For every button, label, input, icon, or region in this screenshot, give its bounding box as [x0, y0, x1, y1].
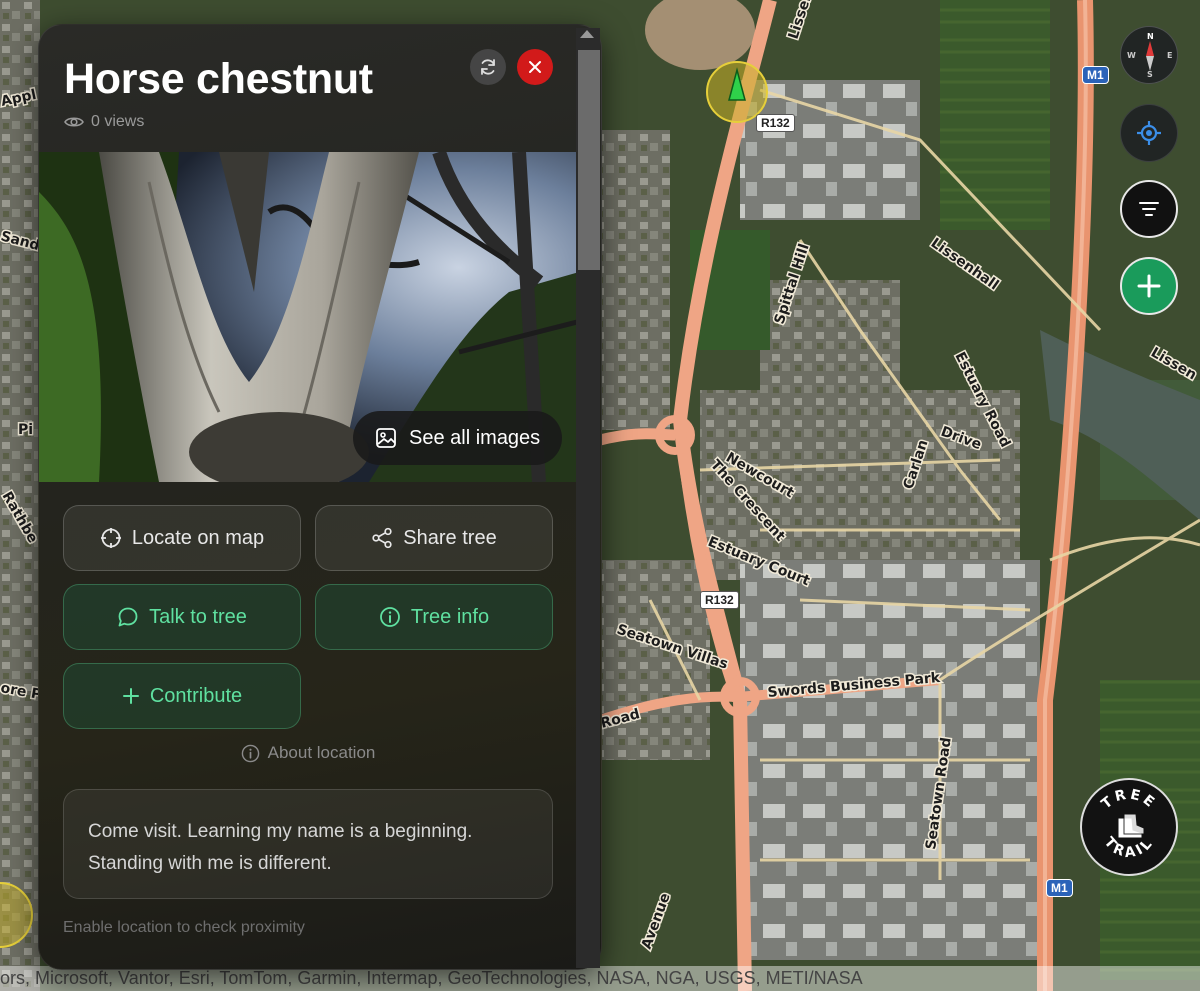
locate-on-map-button[interactable]: Locate on map — [63, 505, 301, 571]
view-count-text: 0 views — [91, 113, 145, 130]
tree-trail-logo-art: TREE TRAIL — [1099, 786, 1160, 861]
add-icon — [1137, 274, 1161, 298]
locate-me-button[interactable] — [1120, 104, 1178, 162]
scroll-up-arrow-icon[interactable] — [580, 30, 594, 38]
contribute-button[interactable]: Contribute — [63, 663, 301, 729]
view-count: 0 views — [64, 113, 144, 131]
crosshair-icon — [100, 528, 121, 548]
page-title: Horse chestnut — [64, 55, 373, 103]
add-tree-button[interactable] — [1120, 257, 1178, 315]
motorway-shield: M1 — [1046, 879, 1073, 897]
compass-e: E — [1167, 51, 1173, 60]
tree-trail-logo[interactable]: TREE TRAIL — [1080, 778, 1178, 876]
about-location-label: About location — [267, 743, 376, 762]
tree-message-line: Standing with me is different. — [88, 853, 332, 874]
plus-icon — [122, 688, 139, 704]
see-all-images-label: See all images — [409, 426, 541, 449]
talk-to-tree-label: Talk to tree — [149, 605, 247, 628]
road-shield: R132 — [700, 591, 739, 609]
eye-icon — [64, 117, 84, 127]
chat-icon — [118, 607, 138, 627]
tree-message-card: Come visit. Learning my name is a beginn… — [63, 789, 553, 899]
enable-location-hint: Enable location to check proximity — [63, 919, 305, 936]
about-location-link[interactable]: About location — [39, 743, 577, 763]
image-icon — [376, 428, 396, 448]
locate-on-map-label: Locate on map — [131, 526, 265, 549]
compass-button[interactable]: N S E W — [1120, 26, 1178, 84]
tree-detail-panel: Horse chestnut 0 views See all images Lo… — [38, 24, 602, 970]
filter-icon — [1139, 202, 1159, 216]
info-icon — [380, 607, 400, 627]
road-label: Pi — [18, 422, 33, 438]
share-tree-button[interactable]: Share tree — [315, 505, 553, 571]
refresh-icon — [481, 59, 495, 75]
compass-w: W — [1127, 51, 1136, 60]
info-icon — [241, 744, 259, 762]
close-button[interactable] — [517, 49, 553, 85]
filter-button[interactable] — [1120, 180, 1178, 238]
tree-message-line: Come visit. Learning my name is a beginn… — [88, 821, 473, 842]
compass-n: N — [1147, 32, 1154, 41]
tree-marker-icon[interactable] — [706, 61, 768, 123]
scrollbar-thumb[interactable] — [578, 50, 600, 270]
svg-text:TREE: TREE — [1099, 786, 1160, 812]
panel-scrollbar[interactable] — [576, 28, 600, 968]
compass-s: S — [1147, 70, 1153, 79]
road-shield: R132 — [756, 114, 795, 132]
see-all-images-button[interactable]: See all images — [353, 411, 563, 465]
talk-to-tree-button[interactable]: Talk to tree — [63, 584, 301, 650]
share-tree-label: Share tree — [403, 526, 497, 549]
tree-info-button[interactable]: Tree info — [315, 584, 553, 650]
share-icon — [372, 527, 392, 549]
close-icon — [529, 61, 541, 73]
tree-info-label: Tree info — [410, 605, 490, 628]
locate-icon — [1137, 121, 1161, 145]
motorway-shield: M1 — [1082, 66, 1109, 84]
contribute-label: Contribute — [149, 684, 243, 707]
refresh-button[interactable] — [470, 49, 506, 85]
